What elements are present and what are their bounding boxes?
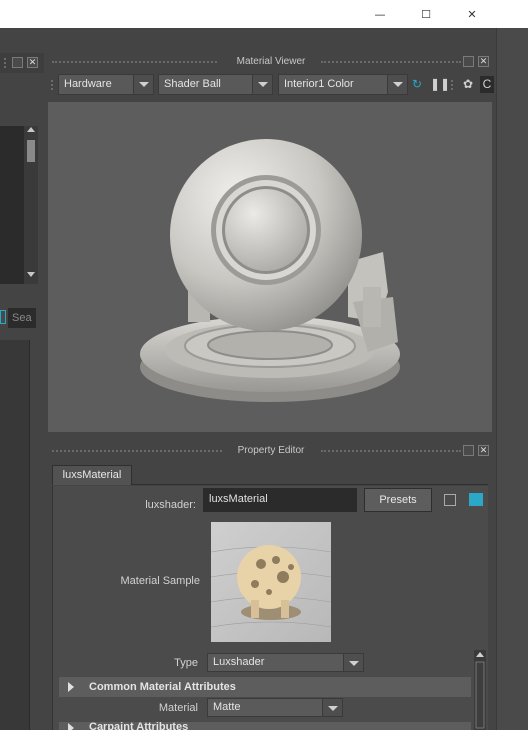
shader-label: luxshader: xyxy=(145,499,196,511)
float-panel-icon[interactable] xyxy=(463,56,474,67)
float-panel-icon[interactable] xyxy=(12,57,23,68)
type-dropdown[interactable]: Luxshader xyxy=(207,653,364,672)
tab-luxsmaterial[interactable]: luxsMaterial xyxy=(52,465,132,485)
chevron-down-icon xyxy=(252,75,272,94)
material-value: Matte xyxy=(213,701,241,713)
toolbar-drag-handle[interactable] xyxy=(51,80,53,90)
shader-name-field[interactable]: luxsMaterial xyxy=(203,488,357,512)
toolbar-separator xyxy=(451,80,453,90)
copy-tab-icon[interactable] xyxy=(469,493,483,506)
viewer-toolbar: Hardware Shader Ball Interior1 Color ↻ ❚… xyxy=(46,74,496,96)
expand-triangle-icon xyxy=(68,682,74,692)
float-panel-icon[interactable] xyxy=(463,445,474,456)
close-panel-icon[interactable]: ✕ xyxy=(27,57,38,68)
section-title: Carpaint Attributes xyxy=(89,722,189,730)
environment-value: Interior1 Color xyxy=(284,78,354,90)
maximize-button[interactable]: ☐ xyxy=(403,0,449,28)
geometry-value: Shader Ball xyxy=(164,78,221,90)
geometry-dropdown[interactable]: Shader Ball xyxy=(158,74,273,95)
property-editor-panel: Property Editor ✕ luxsMaterial luxshader… xyxy=(46,441,496,730)
section-title: Common Material Attributes xyxy=(89,681,236,693)
close-panel-icon[interactable]: ✕ xyxy=(478,56,489,67)
right-dock-edge xyxy=(496,28,528,730)
minimize-icon: — xyxy=(374,7,386,21)
refresh-render-icon[interactable]: ↻ xyxy=(409,76,425,93)
panel-drag-handle[interactable] xyxy=(321,450,461,453)
chevron-down-icon xyxy=(133,75,153,94)
pause-icon[interactable]: ❚❚ xyxy=(430,76,450,93)
editor-tabbar: luxsMaterial xyxy=(52,465,488,485)
expand-triangle-icon xyxy=(68,723,74,730)
options-icon[interactable]: C xyxy=(480,76,494,93)
renderer-value: Hardware xyxy=(64,78,112,90)
outliner-scrollbar[interactable] xyxy=(24,126,38,284)
material-viewer-panel: Material Viewer ✕ Hardware Shader Ball I… xyxy=(46,52,496,436)
environment-dropdown[interactable]: Interior1 Color xyxy=(278,74,408,95)
type-label: Type xyxy=(174,657,198,669)
material-dropdown[interactable]: Matte xyxy=(207,698,343,717)
type-value: Luxshader xyxy=(213,656,265,668)
presets-button[interactable]: Presets xyxy=(364,488,432,512)
renderer-dropdown[interactable]: Hardware xyxy=(58,74,154,95)
section-common-material-attributes[interactable]: Common Material Attributes xyxy=(59,677,471,697)
drag-handle-icon[interactable] xyxy=(4,58,6,68)
material-label: Material xyxy=(158,702,198,714)
left-panel-header: ✕ xyxy=(0,53,44,73)
material-preview-viewport[interactable] xyxy=(48,102,492,432)
left-panel: ✕ Sea xyxy=(0,28,44,730)
chevron-down-icon xyxy=(387,75,407,94)
section-carpaint-attributes[interactable]: Carpaint Attributes xyxy=(59,722,471,730)
material-sample-swatch xyxy=(211,522,331,642)
close-icon: ✕ xyxy=(467,7,477,21)
material-sample-image xyxy=(211,545,331,628)
close-window-button[interactable]: ✕ xyxy=(449,0,495,28)
close-panel-icon[interactable]: ✕ xyxy=(478,445,489,456)
attribute-scrollbar[interactable] xyxy=(474,650,486,730)
focus-icon[interactable] xyxy=(444,494,456,506)
node-list[interactable] xyxy=(0,340,30,730)
attribute-editor-body: luxshader: luxsMaterial Presets Material… xyxy=(52,486,488,730)
maximize-icon: ☐ xyxy=(421,7,431,21)
minimize-button[interactable]: — xyxy=(357,0,403,28)
search-input[interactable]: Sea xyxy=(8,308,36,328)
search-toggle-icon[interactable] xyxy=(0,310,6,324)
panel-drag-handle[interactable] xyxy=(321,61,461,64)
chevron-down-icon xyxy=(322,699,342,716)
shader-ball-image xyxy=(140,139,400,402)
settings-icon[interactable]: ✿ xyxy=(460,76,476,93)
chevron-down-icon xyxy=(343,654,363,671)
material-sample-label: Material Sample xyxy=(120,575,200,587)
window-titlebar: — ☐ ✕ xyxy=(0,0,528,28)
